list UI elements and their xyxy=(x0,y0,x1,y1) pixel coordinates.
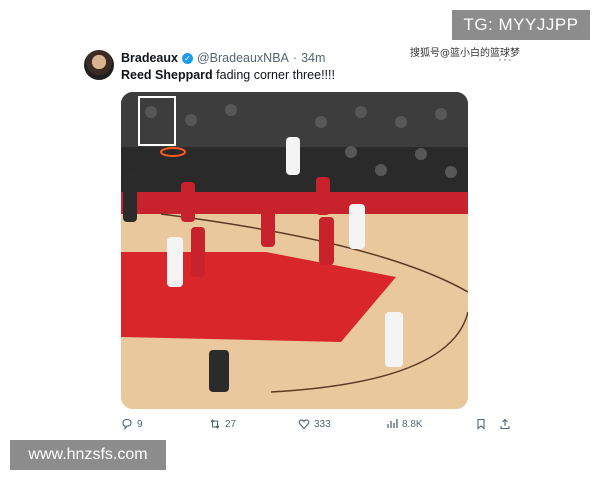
reply-count: 9 xyxy=(137,418,143,430)
share-button[interactable] xyxy=(499,418,511,430)
heart-icon xyxy=(298,419,310,430)
verified-badge-icon: ✓ xyxy=(181,52,193,64)
bookmark-button[interactable] xyxy=(475,418,487,430)
retweet-count: 27 xyxy=(225,418,237,430)
separator: · xyxy=(292,51,298,65)
reply-button[interactable]: 9 xyxy=(121,418,143,430)
site-watermark: www.hnzsfs.com xyxy=(10,440,166,470)
tweet-text-bold: Reed Sheppard xyxy=(121,68,213,82)
bookmark-icon xyxy=(477,418,485,430)
tweet-text: Reed Sheppard fading corner three!!!! xyxy=(121,68,335,82)
tweet-header: Bradeaux ✓ @BradeauxNBA · 34m xyxy=(121,51,325,65)
retweet-button[interactable]: 27 xyxy=(209,418,236,430)
tweet-time[interactable]: 34m xyxy=(301,51,325,65)
tweet-actions: 9 27 333 8.8K xyxy=(121,418,513,436)
views-count: 8.8K xyxy=(402,418,423,430)
game-clip-image xyxy=(121,92,468,409)
reply-icon xyxy=(122,418,132,430)
author-handle[interactable]: @BradeauxNBA xyxy=(197,51,289,65)
share-icon xyxy=(500,418,510,430)
author-name[interactable]: Bradeaux xyxy=(121,51,178,65)
like-button[interactable]: 333 xyxy=(298,418,331,430)
tweet-text-rest: fading corner three!!!! xyxy=(212,68,335,82)
views-button[interactable]: 8.8K xyxy=(386,418,423,430)
retweet-icon xyxy=(210,419,220,429)
like-count: 333 xyxy=(314,418,331,430)
tweet-media[interactable] xyxy=(121,92,468,409)
tg-watermark: TG: MYYJJPP xyxy=(452,10,590,40)
more-options-icon[interactable]: ··· xyxy=(498,52,513,66)
views-icon xyxy=(387,419,398,428)
avatar[interactable] xyxy=(84,50,114,80)
